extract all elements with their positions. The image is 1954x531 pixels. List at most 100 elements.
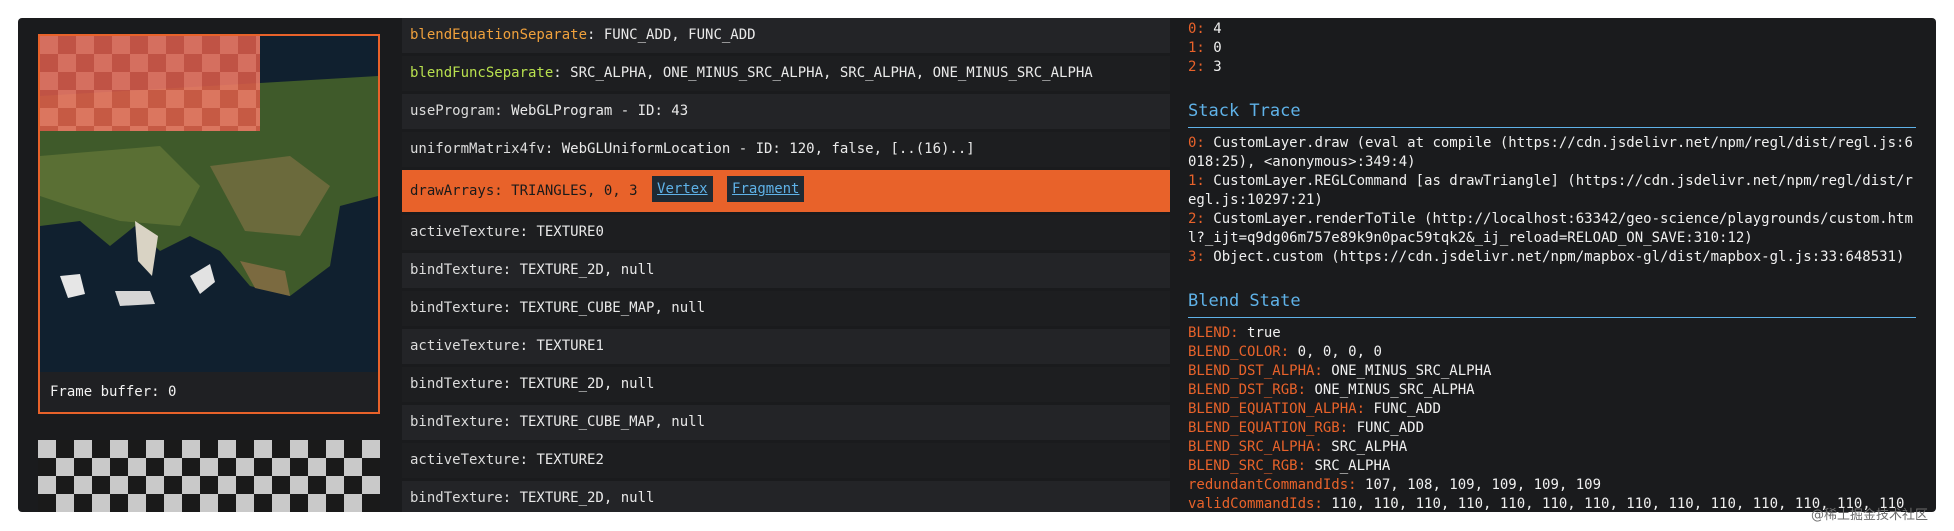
- command-name: drawArrays: [410, 183, 495, 199]
- command-name: bindTexture: [410, 414, 503, 430]
- command-args: TRIANGLES, 0, 3: [511, 183, 638, 199]
- command-row[interactable]: activeTexture: TEXTURE1: [402, 329, 1170, 364]
- command-args: TEXTURE_CUBE_MAP, null: [519, 300, 706, 316]
- command-row[interactable]: uniformMatrix4fv: WebGLUniformLocation -…: [402, 132, 1170, 167]
- command-args: SRC_ALPHA, ONE_MINUS_SRC_ALPHA, SRC_ALPH…: [570, 65, 1093, 81]
- state-key: BLEND_DST_RGB:: [1188, 382, 1307, 398]
- state-value: 107, 108, 109, 109, 109, 109: [1365, 477, 1602, 493]
- stack-text: l?_ijt=q9dg06m757e89k9n0pac59tqk2&_ij_re…: [1188, 230, 1753, 246]
- stack-trace-line: 3: Object.custom (https://cdn.jsdelivr.n…: [1188, 248, 1904, 267]
- command-args: TEXTURE_2D, null: [519, 262, 655, 278]
- state-value: ONE_MINUS_SRC_ALPHA: [1331, 363, 1492, 379]
- command-name: activeTexture: [410, 452, 520, 468]
- blend-state-heading: Blend State: [1188, 292, 1916, 318]
- blend-state-item: BLEND_DST_RGB: ONE_MINUS_SRC_ALPHA: [1188, 381, 1475, 400]
- stack-text: CustomLayer.draw (eval at compile (https…: [1213, 135, 1913, 151]
- command-args: TEXTURE1: [536, 338, 604, 354]
- stack-trace-line: 2: CustomLayer.renderToTile (http://loca…: [1188, 210, 1913, 229]
- stack-text: 018:25), <anonymous>:349:4): [1188, 154, 1416, 170]
- blend-state-item: BLEND_COLOR: 0, 0, 0, 0: [1188, 343, 1382, 362]
- command-args: TEXTURE_CUBE_MAP, null: [519, 414, 706, 430]
- result-key: 0:: [1188, 21, 1205, 37]
- command-name: blendEquationSeparate: [410, 27, 588, 43]
- command-row[interactable]: activeTexture: TEXTURE0: [402, 215, 1170, 250]
- stack-text: CustomLayer.renderToTile (http://localho…: [1213, 211, 1913, 227]
- state-value: FUNC_ADD: [1373, 401, 1441, 417]
- command-name: bindTexture: [410, 300, 503, 316]
- stack-trace-heading: Stack Trace: [1188, 102, 1916, 128]
- command-row[interactable]: blendEquationSeparate: FUNC_ADD, FUNC_AD…: [402, 18, 1170, 53]
- stack-text: egl.js:10297:21): [1188, 192, 1323, 208]
- command-args: FUNC_ADD, FUNC_ADD: [603, 27, 756, 43]
- command-args: TEXTURE_2D, null: [519, 490, 655, 506]
- command-row-selected[interactable]: drawArrays: TRIANGLES, 0, 3 Vertex Fragm…: [402, 170, 1170, 212]
- command-name: bindTexture: [410, 490, 503, 506]
- stack-text: CustomLayer.REGLCommand [as drawTriangle…: [1213, 173, 1913, 189]
- stack-trace-line: 0: CustomLayer.draw (eval at compile (ht…: [1188, 134, 1913, 153]
- blend-state-item: redundantCommandIds: 107, 108, 109, 109,…: [1188, 476, 1601, 495]
- result-value: 0: [1213, 40, 1222, 56]
- state-key: redundantCommandIds:: [1188, 477, 1357, 493]
- result-item: 1: 0: [1188, 39, 1222, 58]
- stack-index: 2:: [1188, 211, 1205, 227]
- state-key: BLEND_SRC_ALPHA:: [1188, 439, 1323, 455]
- result-value: 4: [1213, 21, 1222, 37]
- command-args: WebGLUniformLocation - ID: 120, false, […: [561, 141, 975, 157]
- result-key: 2:: [1188, 59, 1205, 75]
- command-args: WebGLProgram - ID: 43: [511, 103, 689, 119]
- blend-state-item: validCommandIds: 110, 110, 110, 110, 110…: [1188, 495, 1904, 512]
- state-value: FUNC_ADD: [1356, 420, 1425, 436]
- vertex-shader-link[interactable]: Vertex: [652, 176, 713, 202]
- command-row[interactable]: blendFuncSeparate: SRC_ALPHA, ONE_MINUS_…: [402, 56, 1170, 91]
- watermark: @稀土掘金技术社区: [1810, 508, 1928, 523]
- command-row[interactable]: useProgram: WebGLProgram - ID: 43: [402, 94, 1170, 129]
- stack-trace-line: egl.js:10297:21): [1188, 191, 1323, 210]
- earth-render-thumbnail: [40, 36, 378, 372]
- texture-checkerboard-thumbnail[interactable]: [38, 440, 380, 512]
- command-row[interactable]: activeTexture: TEXTURE2: [402, 443, 1170, 478]
- earth-map-graphic: [40, 36, 378, 372]
- fragment-shader-link[interactable]: Fragment: [727, 176, 805, 202]
- state-value: SRC_ALPHA: [1314, 458, 1391, 474]
- state-key: BLEND:: [1188, 325, 1239, 341]
- command-name: blendFuncSeparate: [410, 65, 554, 81]
- blend-state-item: BLEND_DST_ALPHA: ONE_MINUS_SRC_ALPHA: [1188, 362, 1491, 381]
- command-args: TEXTURE2: [536, 452, 604, 468]
- spector-window: Frame buffer: 0 blendEquationSeparate: F…: [18, 18, 1936, 512]
- command-name: useProgram: [410, 103, 495, 119]
- stack-trace-line: 1: CustomLayer.REGLCommand [as drawTrian…: [1188, 172, 1913, 191]
- state-key: BLEND_DST_ALPHA:: [1188, 363, 1323, 379]
- stack-trace-line: l?_ijt=q9dg06m757e89k9n0pac59tqk2&_ij_re…: [1188, 229, 1753, 248]
- command-detail-panel: 0: 4 1: 0 2: 3 Stack Trace 0: CustomLaye…: [1188, 18, 1936, 512]
- blend-state-item: BLEND_EQUATION_ALPHA: FUNC_ADD: [1188, 400, 1441, 419]
- framebuffer-preview[interactable]: Frame buffer: 0: [38, 34, 380, 414]
- state-key: BLEND_EQUATION_ALPHA:: [1188, 401, 1366, 417]
- state-value: 0, 0, 0, 0: [1297, 344, 1382, 360]
- stack-index: 0:: [1188, 135, 1205, 151]
- command-name: uniformMatrix4fv: [410, 141, 545, 157]
- stack-index: 3:: [1188, 249, 1205, 265]
- result-item: 2: 3: [1188, 58, 1222, 77]
- command-row[interactable]: bindTexture: TEXTURE_2D, null: [402, 253, 1170, 288]
- command-args: TEXTURE0: [536, 224, 604, 240]
- blend-state-item: BLEND: true: [1188, 324, 1281, 343]
- command-row[interactable]: bindTexture: TEXTURE_CUBE_MAP, null: [402, 405, 1170, 440]
- stack-trace-line: 018:25), <anonymous>:349:4): [1188, 153, 1416, 172]
- state-value: ONE_MINUS_SRC_ALPHA: [1314, 382, 1475, 398]
- state-key: BLEND_SRC_RGB:: [1188, 458, 1307, 474]
- command-name: activeTexture: [410, 338, 520, 354]
- command-row[interactable]: bindTexture: TEXTURE_2D, null: [402, 367, 1170, 402]
- command-row[interactable]: bindTexture: TEXTURE_CUBE_MAP, null: [402, 291, 1170, 326]
- state-key: validCommandIds:: [1188, 496, 1323, 512]
- command-name: activeTexture: [410, 224, 520, 240]
- result-value: 3: [1213, 59, 1222, 75]
- command-args: TEXTURE_2D, null: [519, 376, 655, 392]
- state-key: BLEND_COLOR:: [1188, 344, 1290, 360]
- state-value: SRC_ALPHA: [1331, 439, 1408, 455]
- state-value: true: [1247, 325, 1281, 341]
- result-key: 1:: [1188, 40, 1205, 56]
- blend-state-item: BLEND_EQUATION_RGB: FUNC_ADD: [1188, 419, 1424, 438]
- command-name: bindTexture: [410, 262, 503, 278]
- command-row[interactable]: bindTexture: TEXTURE_2D, null: [402, 481, 1170, 512]
- stack-index: 1:: [1188, 173, 1205, 189]
